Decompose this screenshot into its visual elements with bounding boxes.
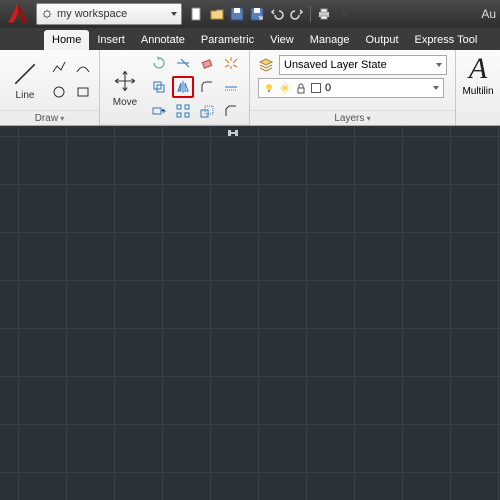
- tab-manage[interactable]: Manage: [302, 30, 358, 50]
- explode-button[interactable]: [220, 52, 242, 74]
- title-bar: my workspace Au: [0, 0, 500, 28]
- modify-grid-1: [148, 52, 218, 122]
- offset-button[interactable]: [220, 76, 242, 98]
- qat-print[interactable]: [315, 5, 333, 23]
- ribbon: Line Draw Move: [0, 50, 500, 126]
- erase-button[interactable]: [196, 52, 218, 74]
- qat-redo[interactable]: [288, 5, 306, 23]
- sun-icon: [279, 82, 291, 94]
- qat-save[interactable]: [228, 5, 246, 23]
- scale-button[interactable]: [196, 100, 218, 122]
- tab-view[interactable]: View: [262, 30, 302, 50]
- chamfer-button[interactable]: [220, 100, 242, 122]
- move-button[interactable]: Move: [104, 61, 146, 113]
- quick-access-toolbar: [188, 5, 353, 23]
- multiline-text-button[interactable]: A Multilin: [456, 50, 500, 99]
- tab-insert[interactable]: Insert: [89, 30, 133, 50]
- mirror-button[interactable]: [172, 76, 194, 98]
- tab-home[interactable]: Home: [44, 30, 89, 50]
- app-logo[interactable]: [2, 0, 34, 29]
- arc-button[interactable]: [72, 57, 94, 79]
- chevron-down-icon: [341, 12, 347, 16]
- panel-annotation: A Multilin: [456, 50, 500, 125]
- separator: [310, 6, 311, 22]
- rectangle-button[interactable]: [72, 81, 94, 103]
- chevron-down-icon: [433, 86, 439, 90]
- drawing-canvas[interactable]: [0, 126, 500, 500]
- chevron-down-icon: [171, 12, 177, 16]
- rotate-button[interactable]: [148, 52, 170, 74]
- modify-grid-2: [220, 52, 242, 122]
- panel-layers: Unsaved Layer State 0: [250, 50, 456, 125]
- panel-title-draw[interactable]: Draw: [0, 110, 99, 125]
- copy-button[interactable]: [148, 76, 170, 98]
- trim-button[interactable]: [172, 52, 194, 74]
- layer-state-combo[interactable]: Unsaved Layer State: [279, 55, 447, 75]
- current-layer-name: 0: [325, 82, 331, 94]
- qat-new[interactable]: [188, 5, 206, 23]
- stretch-button[interactable]: [148, 100, 170, 122]
- color-swatch: [311, 83, 321, 93]
- current-layer-combo[interactable]: 0: [258, 78, 444, 98]
- app-title-suffix: Au: [481, 7, 498, 21]
- tab-parametric[interactable]: Parametric: [193, 30, 262, 50]
- chevron-down-icon: [436, 63, 442, 67]
- lightbulb-icon: [263, 82, 275, 94]
- tab-output[interactable]: Output: [358, 30, 407, 50]
- circle-button[interactable]: [48, 81, 70, 103]
- qat-more[interactable]: [335, 5, 353, 23]
- polyline-button[interactable]: [48, 57, 70, 79]
- panel-modify: Move Modify: [100, 50, 250, 125]
- line-button[interactable]: Line: [4, 54, 46, 106]
- ribbon-tabs: Home Insert Annotate Parametric View Man…: [0, 28, 500, 50]
- panel-draw: Line Draw: [0, 50, 100, 125]
- line-label: Line: [16, 90, 35, 101]
- panel-title-layers[interactable]: Layers: [250, 110, 455, 125]
- array-button[interactable]: [172, 100, 194, 122]
- layer-properties-button[interactable]: [256, 55, 276, 75]
- draw-small-buttons: [48, 57, 94, 103]
- move-icon: [111, 67, 139, 95]
- lock-icon: [295, 82, 307, 94]
- line-icon: [11, 60, 39, 88]
- fillet-button[interactable]: [196, 76, 218, 98]
- tab-express[interactable]: Express Tool: [407, 30, 486, 50]
- tab-annotate[interactable]: Annotate: [133, 30, 193, 50]
- qat-saveas[interactable]: [248, 5, 266, 23]
- workspace-name: my workspace: [57, 8, 167, 20]
- workspace-selector[interactable]: my workspace: [36, 3, 182, 25]
- move-label: Move: [113, 97, 137, 108]
- text-A-icon: A: [469, 52, 487, 86]
- gear-icon: [41, 8, 53, 20]
- qat-undo[interactable]: [268, 5, 286, 23]
- qat-open[interactable]: [208, 5, 226, 23]
- multiline-label: Multilin: [462, 86, 493, 97]
- layer-state-text: Unsaved Layer State: [284, 59, 387, 71]
